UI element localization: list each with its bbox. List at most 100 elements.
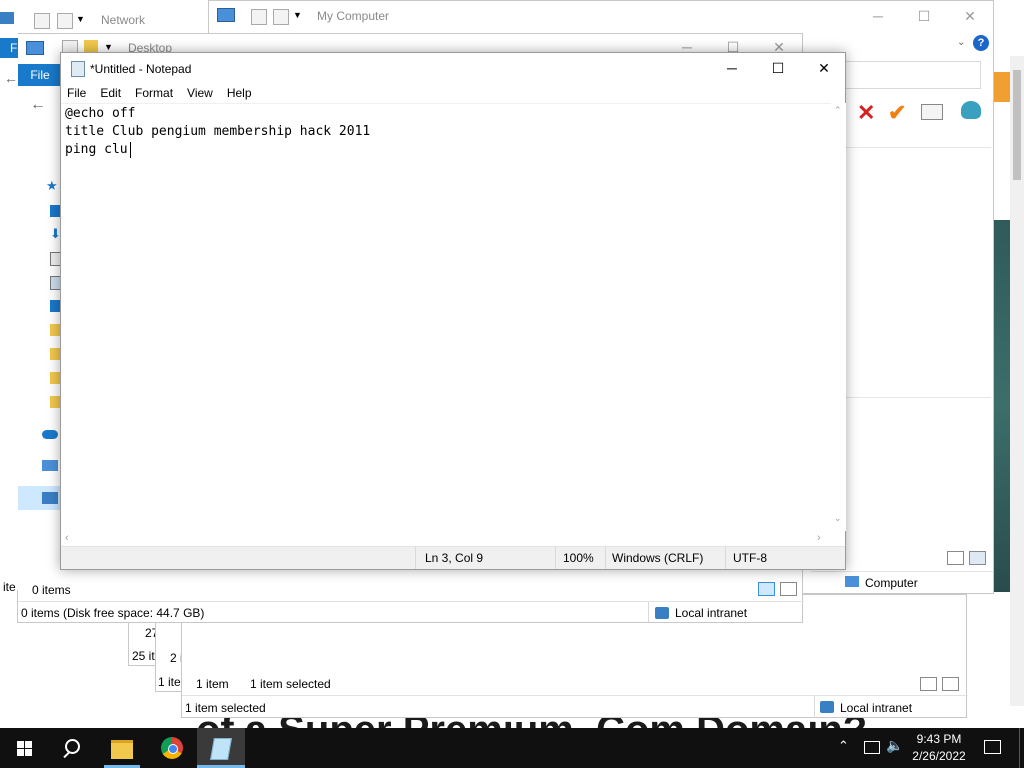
computer-icon [217,8,235,22]
taskbar-file-explorer[interactable] [98,728,146,768]
zoom-level: 100% [563,551,594,565]
network-window-title: Network [101,13,146,27]
close-button[interactable]: ✕ [947,1,993,31]
details-view-icon[interactable] [920,677,937,691]
computer-location-bar: Computer [811,571,993,594]
editor-line: title Club pengium membership hack 2011 [65,124,371,139]
back-arrow-icon[interactable]: ← [4,70,18,86]
volume-icon[interactable]: 🔈 [886,737,903,754]
zone-divider [648,602,649,622]
file-tab-fragment[interactable]: F [0,38,18,58]
pane-divider [845,397,991,398]
new-folder-icon[interactable] [57,13,73,29]
close-button[interactable]: ✕ [801,53,847,83]
zone-label: Local intranet [675,606,748,620]
item-count: 1 item [196,677,229,691]
shell-icon[interactable] [961,101,981,119]
large-icons-view-icon[interactable] [780,582,797,596]
status-text: 1 item selected [185,701,266,715]
horizontal-scrollbar[interactable]: ‹ › [61,531,831,547]
status-divider [182,695,968,696]
background-scrollbar [1010,56,1024,706]
this-pc-icon[interactable] [42,460,58,471]
taskbar: ⌃ 🔈 9:43 PM 2/26/2022 [0,728,1024,768]
vertical-scrollbar[interactable]: ⌃ ⌄ [831,103,846,531]
menu-edit[interactable]: Edit [100,86,121,100]
show-hidden-icons-icon[interactable]: ⌃ [838,738,849,754]
computer-icon [845,576,859,587]
chevron-down-icon[interactable]: ▼ [104,42,113,52]
notepad-icon [71,61,85,77]
selected-count: 1 item selected [250,677,331,691]
disk-free-status: 0 items (Disk free space: 44.7 GB) [21,606,205,620]
new-folder-icon[interactable] [273,9,289,25]
cancel-icon[interactable]: ✕ [857,100,875,126]
intranet-icon [655,607,669,619]
properties-icon[interactable] [251,9,267,25]
notepad-status-bar: Ln 3, Col 9 100% Windows (CRLF) UTF-8 [61,546,845,569]
windows-logo-icon [17,741,32,756]
address-bar[interactable] [845,61,981,89]
notepad-window: *Untitled - Notepad ─ ☐ ✕ File Edit Format… [60,52,846,570]
details-view-icon[interactable] [758,582,775,596]
cursor-position: Ln 3, Col 9 [425,551,484,565]
scroll-left-icon[interactable]: ‹ [65,532,69,544]
checkmark-icon[interactable]: ✔ [888,100,906,126]
scroll-down-icon[interactable]: ⌄ [834,513,842,524]
taskbar-chrome[interactable] [148,728,196,768]
clock-time[interactable]: 9:43 PM [916,732,962,746]
minimize-button[interactable]: ─ [709,53,755,83]
menu-bar: File Edit Format View Help [67,86,266,100]
show-desktop-button[interactable] [1019,728,1020,768]
toolbar-divider [845,147,991,148]
network-icon[interactable] [42,492,58,504]
network-status-icon[interactable] [864,741,880,754]
menu-format[interactable]: Format [135,86,173,100]
menu-view[interactable]: View [187,86,213,100]
items-status: 0 items [32,583,71,597]
scroll-right-icon[interactable]: › [817,532,821,544]
zone-divider [814,696,815,718]
maximize-button[interactable]: ☐ [755,53,801,83]
background-image-strip [992,220,1010,592]
scroll-up-icon[interactable]: ⌃ [834,105,842,116]
ribbon-expand-icon[interactable]: ⌄ [957,37,965,48]
notifications-icon[interactable] [984,740,1001,754]
computer-label: Computer [865,576,918,590]
details-view-icon[interactable] [947,551,964,565]
left-edge-fragment: F ← ite [0,30,18,594]
menu-file[interactable]: File [67,86,86,100]
menu-help[interactable]: Help [227,86,252,100]
editor-line: @echo off [65,106,136,121]
intranet-icon [820,701,834,713]
properties-icon[interactable] [34,13,50,29]
large-icons-view-icon[interactable] [969,551,986,565]
envelope-icon[interactable] [921,104,943,120]
file-explorer-icon [111,740,133,759]
text-editor[interactable]: @echo off title Club pengium membership … [61,103,831,532]
taskbar-notepad[interactable] [197,728,245,768]
my-computer-window-title: My Computer [317,9,390,23]
maximize-button[interactable]: ☐ [901,1,947,31]
file-tab[interactable]: File [18,64,62,86]
clock-date[interactable]: 2/26/2022 [908,749,970,763]
chevron-down-icon[interactable]: ▼ [76,14,85,24]
zone-label: Local intranet [840,701,913,715]
onedrive-icon[interactable] [42,430,58,439]
minimize-button[interactable]: ─ [855,1,901,31]
status-divider [18,601,804,602]
computer-icon [26,41,44,55]
editor-line: ping clu [65,142,128,157]
large-icons-view-icon[interactable] [942,677,959,691]
help-icon[interactable]: ? [973,35,989,51]
network-icon [0,12,14,24]
chevron-down-icon[interactable]: ▼ [293,10,302,20]
notepad-title: *Untitled - Notepad [90,62,192,76]
start-button[interactable] [0,728,48,768]
back-arrow-icon[interactable]: ← [30,96,46,114]
quick-access-star-icon[interactable]: ★ [46,179,58,192]
search-button[interactable] [48,728,96,768]
folder-icon [84,40,98,52]
text-cursor [130,142,131,158]
line-ending: Windows (CRLF) [612,551,704,565]
